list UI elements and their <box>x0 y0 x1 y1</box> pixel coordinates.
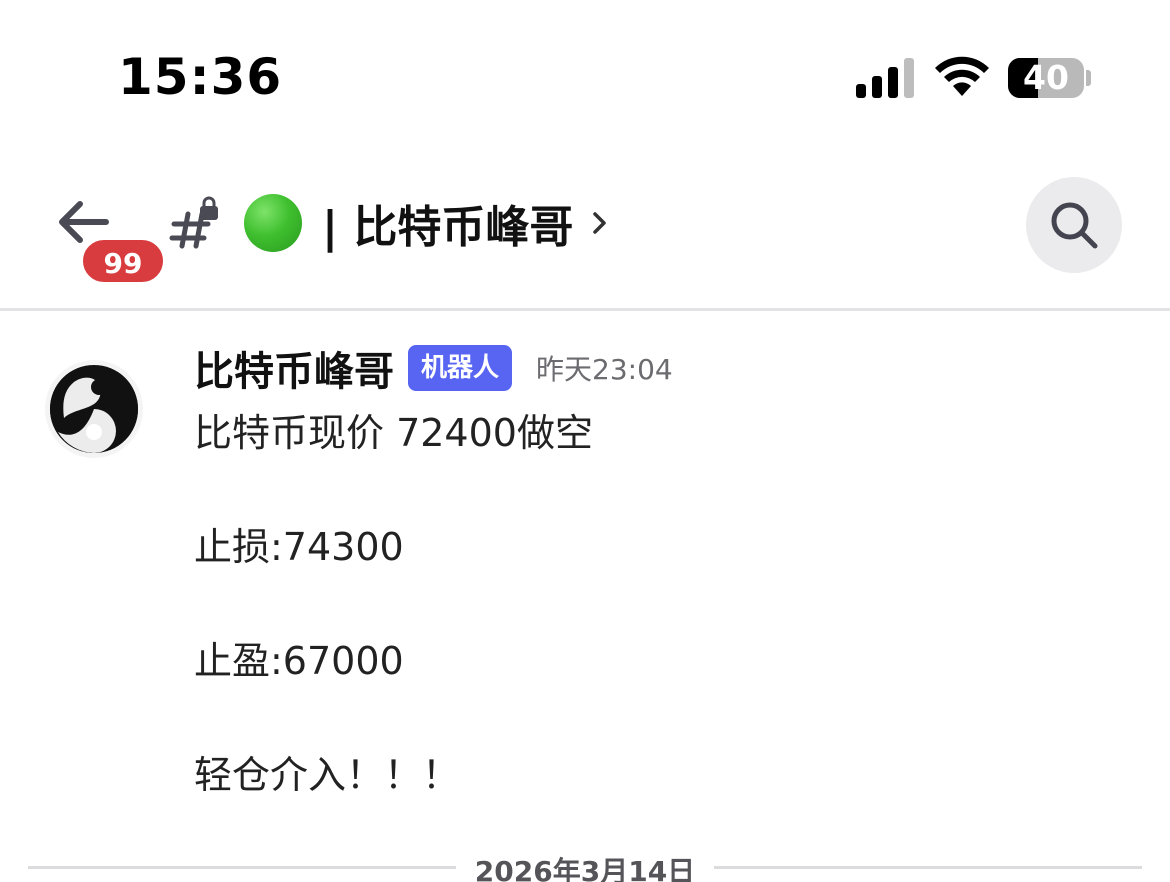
battery-terminal <box>1086 70 1091 86</box>
discord-channel-screen: 15:36 40 99 | 比特币峰哥 比特币峰哥 机器人 昨天23:04 比特… <box>0 0 1170 882</box>
author-name[interactable]: 比特币峰哥 <box>194 339 394 397</box>
header-divider <box>0 308 1170 311</box>
channel-title[interactable]: | 比特币峰哥 <box>244 188 609 258</box>
channel-name: | 比特币峰哥 <box>322 202 574 253</box>
wifi-icon <box>935 56 989 96</box>
date-divider-line <box>28 866 456 869</box>
battery-level: 40 <box>1023 58 1069 97</box>
message-header: 比特币峰哥 机器人 昨天23:04 <box>194 340 673 396</box>
message-line-stop-loss: 止损:74300 <box>194 525 404 569</box>
cellular-signal-icon <box>856 58 914 98</box>
unread-badge: 99 <box>80 237 166 285</box>
search-icon <box>1051 202 1098 249</box>
message-line-take-profit: 止盈:67000 <box>194 639 404 683</box>
message-line-price: 比特币现价 72400做空 <box>194 411 593 455</box>
message-timestamp: 昨天23:04 <box>536 353 673 386</box>
locked-hashtag-icon <box>169 196 218 249</box>
message-line-advice: 轻仓介入！！！ <box>194 753 461 797</box>
yin-yang-avatar[interactable] <box>44 352 144 466</box>
battery-icon: 40 <box>1008 58 1084 98</box>
date-divider-line <box>714 866 1142 869</box>
date-divider-label: 2026年3月14日 <box>474 855 696 882</box>
green-circle-icon <box>244 194 302 252</box>
chevron-right-icon <box>593 212 607 234</box>
search-button[interactable] <box>1026 177 1122 273</box>
bot-tag: 机器人 <box>408 345 513 391</box>
status-time: 15:36 <box>118 48 283 106</box>
